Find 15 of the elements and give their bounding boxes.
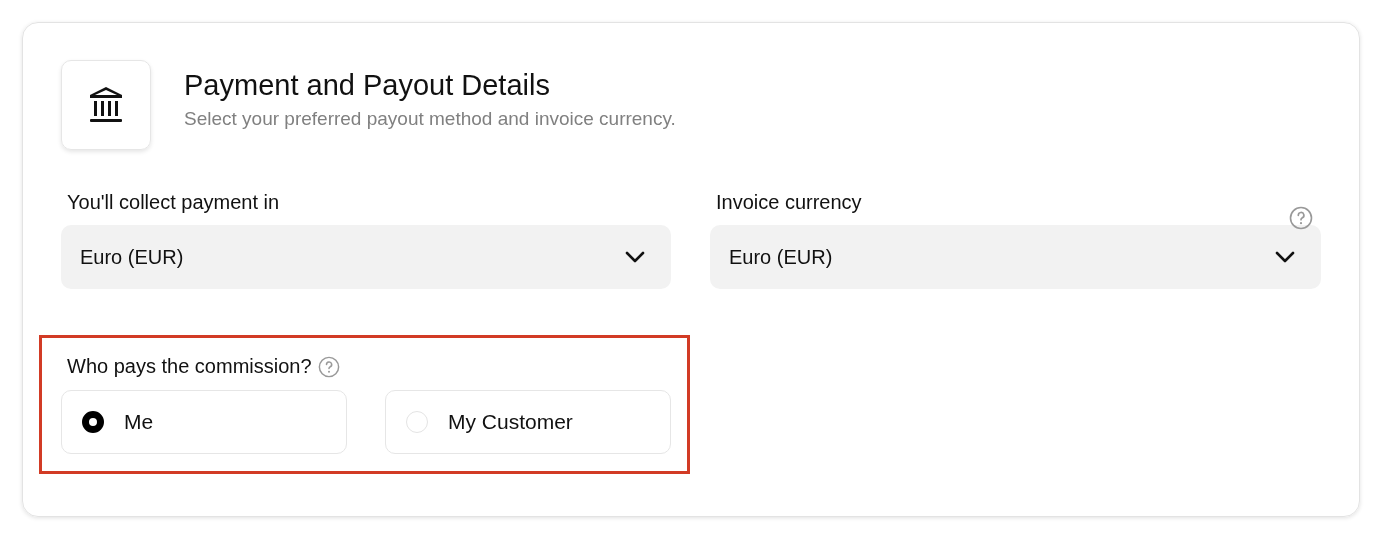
currency-dropdown[interactable]: Euro (EUR) [61,225,671,289]
currency-dropdown[interactable]: Euro (EUR) [710,225,1321,289]
card-title: Payment and Payout Details [184,68,551,102]
card-subtitle: Select your preferred payout method and invoice currency. [184,107,676,130]
chevron-down-icon [1275,251,1295,263]
field-label: Who pays the commission? [67,355,312,378]
bank-icon [89,86,123,124]
radio-option[interactable]: My Customer [385,390,671,454]
help-icon[interactable] [317,355,340,378]
chevron-down-icon [625,251,645,263]
field-label: You'll collect payment in [67,191,280,214]
radio-button[interactable] [82,411,104,433]
help-icon[interactable] [1289,206,1313,230]
radio-option[interactable]: Me [61,390,347,454]
field-label: Invoice currency [716,191,862,214]
